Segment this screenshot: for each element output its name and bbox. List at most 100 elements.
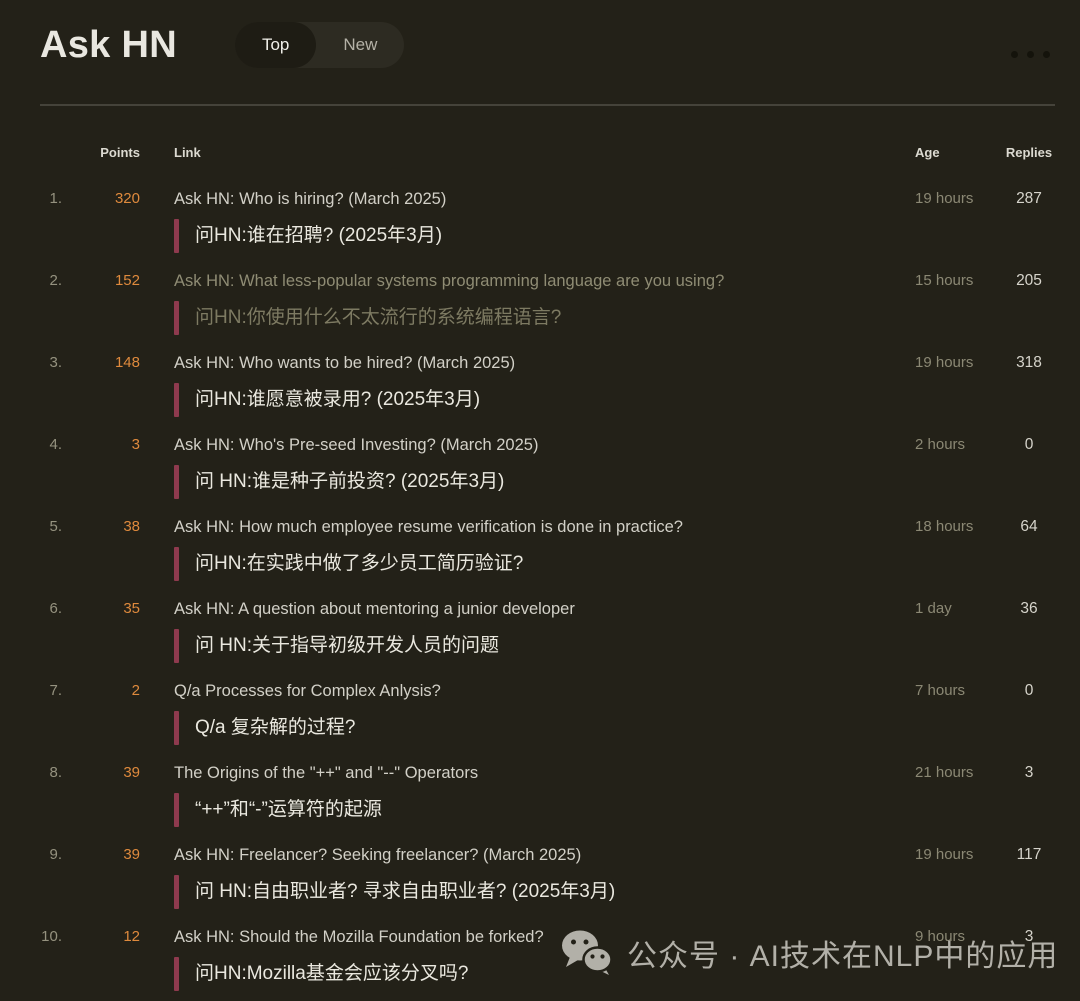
translation-accent-bar bbox=[174, 629, 179, 663]
story-row: 10. 12 Ask HN: Should the Mozilla Founda… bbox=[0, 909, 1080, 991]
story-title-link[interactable]: The Origins of the "++" and "--" Operato… bbox=[174, 761, 915, 785]
feed-tabs: Top New bbox=[235, 22, 404, 68]
story-translation: 问HN:Mozilla基金会应该分叉吗? bbox=[174, 957, 915, 991]
story-title-link[interactable]: Q/a Processes for Complex Anlysis? bbox=[174, 679, 915, 703]
translation-text: 问 HN:关于指导初级开发人员的问题 bbox=[195, 629, 499, 663]
story-translation: 问HN:你使用什么不太流行的系统编程语言? bbox=[174, 301, 915, 335]
story-age: 19 hours bbox=[915, 843, 1003, 867]
dot-icon bbox=[1027, 51, 1034, 58]
story-row: 9. 39 Ask HN: Freelancer? Seeking freela… bbox=[0, 827, 1080, 909]
translation-text: 问 HN:自由职业者? 寻求自由职业者? (2025年3月) bbox=[195, 875, 615, 909]
story-translation: 问HN:在实践中做了多少员工简历验证? bbox=[174, 547, 915, 581]
story-age: 9 hours bbox=[915, 925, 1003, 949]
translation-text: 问HN:谁愿意被录用? (2025年3月) bbox=[195, 383, 480, 417]
story-row: 3. 148 Ask HN: Who wants to be hired? (M… bbox=[0, 335, 1080, 417]
translation-text: Q/a 复杂解的过程? bbox=[195, 711, 355, 745]
app-header: Ask HN Top New bbox=[0, 0, 1080, 68]
story-translation: 问 HN:谁是种子前投资? (2025年3月) bbox=[174, 465, 915, 499]
column-header-link: Link bbox=[174, 145, 915, 161]
story-translation: “++”和“-”运算符的起源 bbox=[174, 793, 915, 827]
story-rank: 5. bbox=[40, 515, 62, 539]
translation-accent-bar bbox=[174, 711, 179, 745]
translation-accent-bar bbox=[174, 793, 179, 827]
story-rank: 1. bbox=[40, 187, 62, 211]
story-age: 19 hours bbox=[915, 187, 1003, 211]
story-replies-count[interactable]: 287 bbox=[1003, 187, 1055, 211]
story-row: 4. 3 Ask HN: Who's Pre-seed Investing? (… bbox=[0, 417, 1080, 499]
story-replies-count[interactable]: 3 bbox=[1003, 925, 1055, 949]
story-points: 35 bbox=[62, 597, 140, 621]
column-header-replies: Replies bbox=[1003, 145, 1055, 161]
story-replies-count[interactable]: 205 bbox=[1003, 269, 1055, 293]
story-rank: 8. bbox=[40, 761, 62, 785]
story-title-link[interactable]: Ask HN: What less-popular systems progra… bbox=[174, 269, 915, 293]
story-rank: 7. bbox=[40, 679, 62, 703]
column-header-age: Age bbox=[915, 145, 1003, 161]
story-points: 39 bbox=[62, 843, 140, 867]
translation-text: 问HN:你使用什么不太流行的系统编程语言? bbox=[195, 301, 561, 335]
story-title-link[interactable]: Ask HN: Who wants to be hired? (March 20… bbox=[174, 351, 915, 375]
story-row: 1. 320 Ask HN: Who is hiring? (March 202… bbox=[0, 171, 1080, 253]
more-options-button[interactable] bbox=[1009, 45, 1052, 64]
story-row: 6. 35 Ask HN: A question about mentoring… bbox=[0, 581, 1080, 663]
story-row: 5. 38 Ask HN: How much employee resume v… bbox=[0, 499, 1080, 581]
column-header-points: Points bbox=[62, 145, 140, 161]
story-rank: 10. bbox=[40, 925, 62, 949]
table-body: 1. 320 Ask HN: Who is hiring? (March 202… bbox=[0, 161, 1080, 991]
story-replies-count[interactable]: 0 bbox=[1003, 433, 1055, 457]
story-age: 7 hours bbox=[915, 679, 1003, 703]
story-points: 148 bbox=[62, 351, 140, 375]
story-replies-count[interactable]: 36 bbox=[1003, 597, 1055, 621]
story-title-link[interactable]: Ask HN: Should the Mozilla Foundation be… bbox=[174, 925, 915, 949]
translation-accent-bar bbox=[174, 957, 179, 991]
story-age: 1 day bbox=[915, 597, 1003, 621]
translation-accent-bar bbox=[174, 875, 179, 909]
story-age: 21 hours bbox=[915, 761, 1003, 785]
story-row: 8. 39 The Origins of the "++" and "--" O… bbox=[0, 745, 1080, 827]
story-replies-count[interactable]: 318 bbox=[1003, 351, 1055, 375]
story-translation: 问 HN:自由职业者? 寻求自由职业者? (2025年3月) bbox=[174, 875, 915, 909]
tab-top[interactable]: Top bbox=[235, 22, 316, 68]
translation-text: 问 HN:谁是种子前投资? (2025年3月) bbox=[195, 465, 504, 499]
story-translation: Q/a 复杂解的过程? bbox=[174, 711, 915, 745]
story-points: 152 bbox=[62, 269, 140, 293]
story-title-link[interactable]: Ask HN: Who is hiring? (March 2025) bbox=[174, 187, 915, 211]
ask-hn-app: Ask HN Top New Points Link Age Replies 1… bbox=[0, 0, 1080, 991]
story-replies-count[interactable]: 0 bbox=[1003, 679, 1055, 703]
story-age: 19 hours bbox=[915, 351, 1003, 375]
dot-icon bbox=[1043, 51, 1050, 58]
story-age: 18 hours bbox=[915, 515, 1003, 539]
dot-icon bbox=[1011, 51, 1018, 58]
story-points: 39 bbox=[62, 761, 140, 785]
story-points: 2 bbox=[62, 679, 140, 703]
story-translation: 问 HN:关于指导初级开发人员的问题 bbox=[174, 629, 915, 663]
translation-text: 问HN:Mozilla基金会应该分叉吗? bbox=[195, 957, 468, 991]
translation-accent-bar bbox=[174, 383, 179, 417]
story-row: 2. 152 Ask HN: What less-popular systems… bbox=[0, 253, 1080, 335]
page-title: Ask HN bbox=[40, 24, 177, 67]
story-title-link[interactable]: Ask HN: A question about mentoring a jun… bbox=[174, 597, 915, 621]
tab-new[interactable]: New bbox=[316, 22, 404, 68]
story-points: 320 bbox=[62, 187, 140, 211]
story-rank: 9. bbox=[40, 843, 62, 867]
translation-accent-bar bbox=[174, 465, 179, 499]
story-replies-count[interactable]: 117 bbox=[1003, 843, 1055, 867]
translation-text: 问HN:在实践中做了多少员工简历验证? bbox=[195, 547, 523, 581]
story-rank: 6. bbox=[40, 597, 62, 621]
translation-text: 问HN:谁在招聘? (2025年3月) bbox=[195, 219, 442, 253]
table-header: Points Link Age Replies bbox=[0, 106, 1080, 161]
story-title-link[interactable]: Ask HN: Freelancer? Seeking freelancer? … bbox=[174, 843, 915, 867]
story-replies-count[interactable]: 64 bbox=[1003, 515, 1055, 539]
story-translation: 问HN:谁愿意被录用? (2025年3月) bbox=[174, 383, 915, 417]
story-title-link[interactable]: Ask HN: Who's Pre-seed Investing? (March… bbox=[174, 433, 915, 457]
translation-text: “++”和“-”运算符的起源 bbox=[195, 793, 382, 827]
story-title-link[interactable]: Ask HN: How much employee resume verific… bbox=[174, 515, 915, 539]
story-rank: 2. bbox=[40, 269, 62, 293]
translation-accent-bar bbox=[174, 547, 179, 581]
story-rank: 3. bbox=[40, 351, 62, 375]
story-replies-count[interactable]: 3 bbox=[1003, 761, 1055, 785]
translation-accent-bar bbox=[174, 219, 179, 253]
story-points: 12 bbox=[62, 925, 140, 949]
story-age: 2 hours bbox=[915, 433, 1003, 457]
story-age: 15 hours bbox=[915, 269, 1003, 293]
